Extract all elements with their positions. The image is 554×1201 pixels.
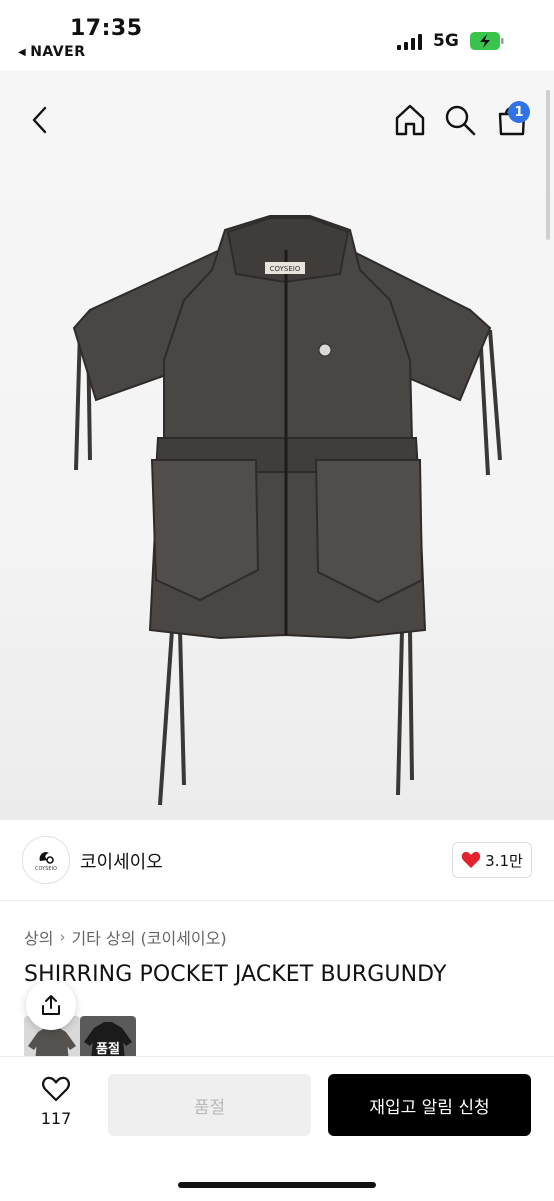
status-bar: 17:35 ◀ NAVER 5G bbox=[0, 0, 554, 70]
product-image-area[interactable]: 1 COYSEIO bbox=[0, 70, 554, 820]
share-button[interactable] bbox=[26, 980, 76, 1030]
restock-alert-button[interactable]: 재입고 알림 신청 bbox=[328, 1074, 531, 1136]
seller-logo-text: COYSEIO bbox=[35, 865, 57, 872]
share-icon bbox=[42, 995, 60, 1015]
breadcrumb-subcategory[interactable]: 기타 상의 (코이세이오) bbox=[71, 925, 226, 949]
breadcrumb: 상의 › 기타 상의 (코이세이오) bbox=[24, 925, 227, 949]
top-navigation: 1 bbox=[0, 70, 554, 170]
heart-filled-icon bbox=[461, 851, 481, 868]
svg-text:COYSEIO: COYSEIO bbox=[270, 265, 301, 273]
store-like-button[interactable]: 3.1만 bbox=[452, 842, 532, 878]
signal-icon bbox=[397, 34, 422, 50]
chevron-right-icon: › bbox=[59, 928, 66, 946]
thumbnail-soldout-label: 품절 bbox=[96, 1042, 120, 1057]
back-app-label: NAVER bbox=[30, 44, 86, 60]
back-to-app-link[interactable]: ◀ NAVER bbox=[18, 44, 85, 60]
bottom-action-bar: 117 품절 재입고 알림 신청 bbox=[0, 1056, 554, 1201]
store-like-count: 3.1만 bbox=[485, 851, 523, 870]
seller-name[interactable]: 코이세이오 bbox=[80, 848, 163, 874]
seller-logo-mark-icon bbox=[39, 851, 54, 864]
cart-count-badge: 1 bbox=[508, 101, 530, 123]
heart-outline-icon bbox=[42, 1076, 70, 1102]
scroll-indicator bbox=[546, 90, 550, 240]
wish-button[interactable]: 117 bbox=[28, 1075, 84, 1128]
product-title: SHIRRING POCKET JACKET BURGUNDY bbox=[24, 962, 447, 987]
soldout-button: 품절 bbox=[108, 1074, 311, 1136]
search-icon[interactable] bbox=[442, 102, 478, 138]
home-indicator bbox=[178, 1182, 376, 1188]
back-chevron-icon[interactable] bbox=[26, 104, 54, 136]
breadcrumb-category[interactable]: 상의 bbox=[24, 925, 53, 949]
battery-charging-icon bbox=[470, 32, 504, 50]
back-triangle-icon: ◀ bbox=[18, 46, 27, 58]
home-icon[interactable] bbox=[392, 102, 428, 138]
seller-row[interactable]: COYSEIO 코이세이오 3.1만 bbox=[0, 822, 554, 901]
status-time: 17:35 bbox=[70, 16, 143, 41]
wish-count: 117 bbox=[40, 1109, 72, 1128]
product-jacket-image: COYSEIO bbox=[72, 215, 502, 806]
seller-logo[interactable]: COYSEIO bbox=[22, 836, 70, 884]
network-type: 5G bbox=[433, 31, 459, 51]
